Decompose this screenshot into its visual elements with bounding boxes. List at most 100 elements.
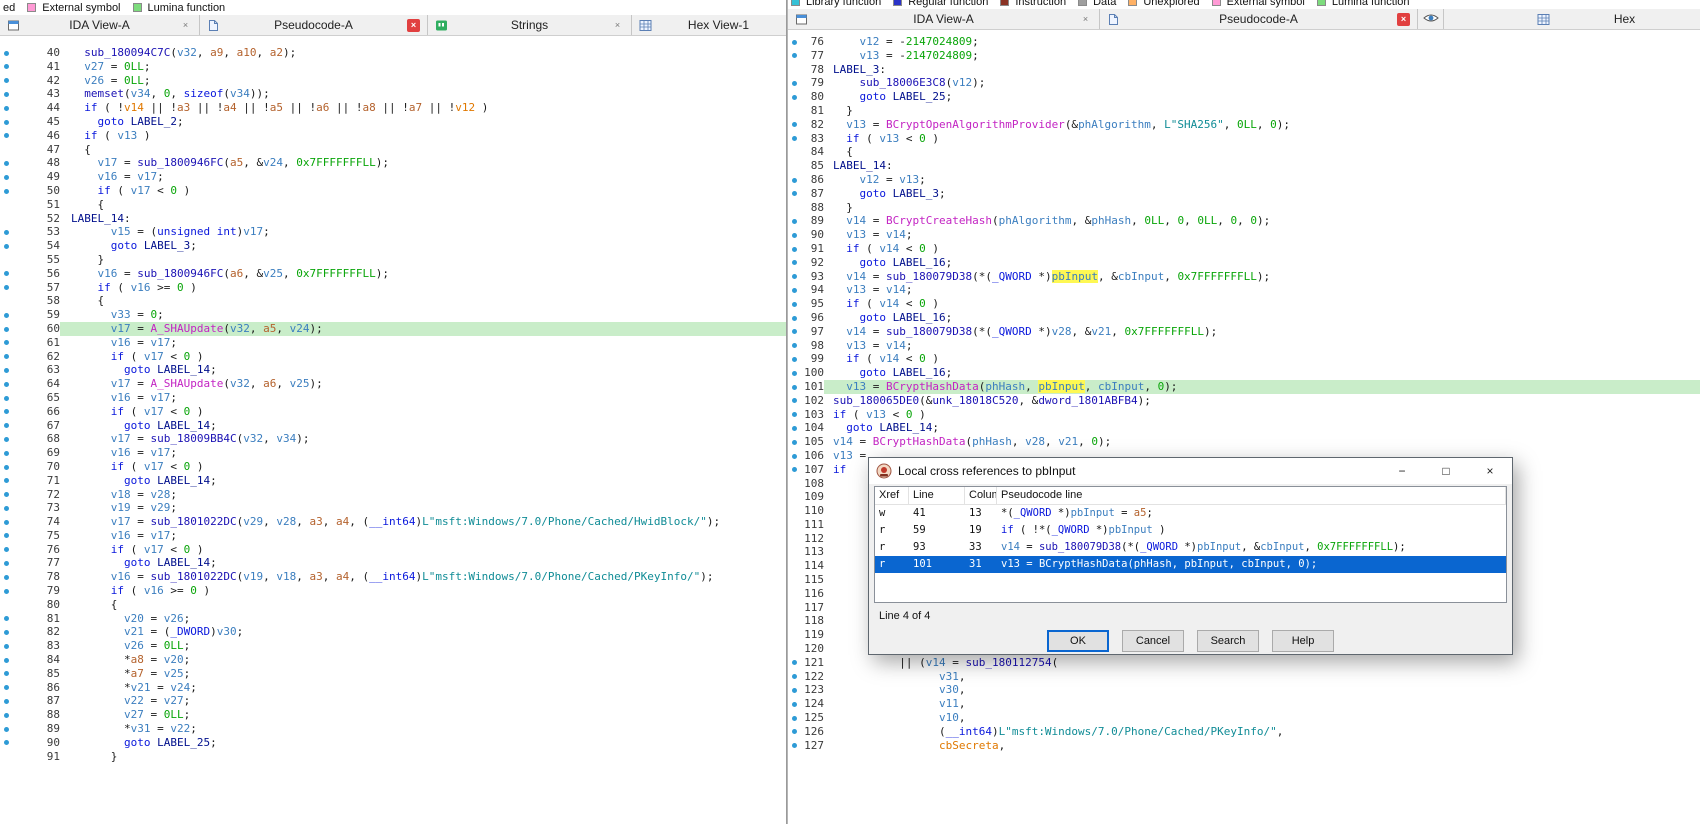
code-line[interactable]: 55 } [0, 253, 786, 267]
minimize-button[interactable]: − [1380, 458, 1424, 484]
code-line[interactable]: 82 v13 = BCryptOpenAlgorithmProvider(&ph… [788, 118, 1700, 132]
close-tab-icon[interactable]: × [611, 19, 624, 32]
code-line[interactable]: 124 v11, [788, 697, 1700, 711]
sync-view-button[interactable] [1418, 9, 1444, 29]
code-line[interactable]: 42 v26 = 0LL; [0, 74, 786, 88]
search-button[interactable]: Search [1197, 630, 1259, 652]
code-line[interactable]: 86 *v21 = v24; [0, 681, 786, 695]
code-line[interactable]: 63 goto LABEL_14; [0, 363, 786, 377]
code-line[interactable]: 84 *a8 = v20; [0, 653, 786, 667]
code-line[interactable]: 101 v13 = BCryptHashData(phHash, pbInput… [788, 380, 1700, 394]
code-line[interactable]: 78 v16 = sub_1801022DC(v19, v18, a3, a4,… [0, 570, 786, 584]
code-line[interactable]: 77 goto LABEL_14; [0, 556, 786, 570]
code-line[interactable]: 88 v27 = 0LL; [0, 708, 786, 722]
column-header-pseudocode-line[interactable]: Pseudocode line [997, 487, 1506, 504]
code-line[interactable]: 90 goto LABEL_25; [0, 736, 786, 750]
tab-ida-view-a[interactable]: IDA View-A × [788, 9, 1100, 29]
code-line[interactable]: 97 v14 = sub_180079D38(*(_QWORD *)v28, &… [788, 325, 1700, 339]
code-line[interactable]: 80 { [0, 598, 786, 612]
code-line[interactable]: 78LABEL_3: [788, 63, 1700, 77]
code-line[interactable]: 40 sub_180094C7C(v32, a9, a10, a2); [0, 46, 786, 60]
help-button[interactable]: Help [1272, 630, 1334, 652]
code-line[interactable]: 85 *a7 = v25; [0, 667, 786, 681]
code-line[interactable]: 73 v19 = v29; [0, 501, 786, 515]
code-line[interactable]: 126 (__int64)L"msft:Windows/7.0/Phone/Ca… [788, 725, 1700, 739]
code-line[interactable]: 83 v26 = 0LL; [0, 639, 786, 653]
code-line[interactable]: 88 } [788, 201, 1700, 215]
pseudocode-pane[interactable]: 40 sub_180094C7C(v32, a9, a10, a2);41 v2… [0, 36, 786, 824]
code-line[interactable]: 72 v18 = v28; [0, 488, 786, 502]
code-line[interactable]: 98 v13 = v14; [788, 339, 1700, 353]
code-line[interactable]: 71 goto LABEL_14; [0, 474, 786, 488]
code-line[interactable]: 125 v10, [788, 711, 1700, 725]
code-line[interactable]: 59 v33 = 0; [0, 308, 786, 322]
tab-strings[interactable]: Strings × [428, 15, 632, 35]
code-line[interactable]: 92 goto LABEL_16; [788, 256, 1700, 270]
code-line[interactable]: 66 if ( v17 < 0 ) [0, 405, 786, 419]
code-line[interactable]: 70 if ( v17 < 0 ) [0, 460, 786, 474]
close-button[interactable]: × [1468, 458, 1512, 484]
code-line[interactable]: 65 v16 = v17; [0, 391, 786, 405]
code-line[interactable]: 95 if ( v14 < 0 ) [788, 297, 1700, 311]
code-line[interactable]: 104 goto LABEL_14; [788, 421, 1700, 435]
tab-ida-view-a[interactable]: IDA View-A × [0, 15, 200, 35]
code-line[interactable]: 76 v12 = -2147024809; [788, 35, 1700, 49]
code-line[interactable]: 89 *v31 = v22; [0, 722, 786, 736]
tab-hex-view[interactable]: Hex [1530, 9, 1700, 29]
code-line[interactable]: 56 v16 = sub_1800946FC(a6, &v25, 0x7FFFF… [0, 267, 786, 281]
dialog-titlebar[interactable]: Local cross references to pbInput − □ × [869, 458, 1512, 484]
xref-row[interactable]: r9333v14 = sub_180079D38(*(_QWORD *)pbIn… [875, 539, 1506, 556]
code-line[interactable]: 43 memset(v34, 0, sizeof(v34)); [0, 87, 786, 101]
code-line[interactable]: 89 v14 = BCryptCreateHash(phAlgorithm, &… [788, 214, 1700, 228]
xref-row[interactable]: r5919if ( !*(_QWORD *)pbInput ) [875, 522, 1506, 539]
pseudocode-pane[interactable]: 76 v12 = -2147024809;77 v13 = -214702480… [788, 30, 1700, 824]
close-tab-icon[interactable]: × [1397, 13, 1410, 26]
code-line[interactable]: 91 } [0, 750, 786, 764]
code-line[interactable]: 127 cbSecreta, [788, 739, 1700, 753]
cancel-button[interactable]: Cancel [1122, 630, 1184, 652]
code-line[interactable]: 50 if ( v17 < 0 ) [0, 184, 786, 198]
code-line[interactable]: 75 v16 = v17; [0, 529, 786, 543]
code-line[interactable]: 81 v20 = v26; [0, 612, 786, 626]
maximize-button[interactable]: □ [1424, 458, 1468, 484]
code-line[interactable]: 45 goto LABEL_2; [0, 115, 786, 129]
code-line[interactable]: 64 v17 = A_SHAUpdate(v32, a6, v25); [0, 377, 786, 391]
code-line[interactable]: 79 if ( v16 >= 0 ) [0, 584, 786, 598]
code-line[interactable]: 94 v13 = v14; [788, 283, 1700, 297]
ok-button[interactable]: OK [1047, 630, 1109, 652]
code-line[interactable]: 91 if ( v14 < 0 ) [788, 242, 1700, 256]
code-line[interactable]: 87 v22 = v27; [0, 694, 786, 708]
code-line[interactable]: 47 { [0, 143, 786, 157]
code-line[interactable]: 121 || (v14 = sub_180112754( [788, 656, 1700, 670]
code-line[interactable]: 122 v31, [788, 670, 1700, 684]
code-line[interactable]: 53 v15 = (unsigned int)v17; [0, 225, 786, 239]
code-line[interactable]: 105v14 = BCryptHashData(phHash, v28, v21… [788, 435, 1700, 449]
code-line[interactable]: 61 v16 = v17; [0, 336, 786, 350]
code-line[interactable]: 102sub_180065DE0(&unk_18018C520, &dword_… [788, 394, 1700, 408]
code-line[interactable]: 90 v13 = v14; [788, 228, 1700, 242]
tab-pseudocode-a[interactable]: Pseudocode-A × [1100, 9, 1418, 29]
code-line[interactable]: 80 goto LABEL_25; [788, 90, 1700, 104]
code-line[interactable]: 49 v16 = v17; [0, 170, 786, 184]
code-line[interactable]: 87 goto LABEL_3; [788, 187, 1700, 201]
column-header-xref[interactable]: Xref [875, 487, 909, 504]
code-line[interactable]: 54 goto LABEL_3; [0, 239, 786, 253]
tab-pseudocode-a[interactable]: Pseudocode-A × [200, 15, 428, 35]
code-line[interactable]: 41 v27 = 0LL; [0, 60, 786, 74]
code-line[interactable]: 77 v13 = -2147024809; [788, 49, 1700, 63]
code-line[interactable]: 123 v30, [788, 683, 1700, 697]
code-line[interactable]: 67 goto LABEL_14; [0, 419, 786, 433]
code-line[interactable]: 79 sub_18006E3C8(v12); [788, 76, 1700, 90]
xref-row[interactable]: w4113*(_QWORD *)pbInput = a5; [875, 505, 1506, 522]
code-line[interactable]: 60 v17 = A_SHAUpdate(v32, a5, v24); [0, 322, 786, 336]
code-line[interactable]: 83 if ( v13 < 0 ) [788, 132, 1700, 146]
close-tab-icon[interactable]: × [179, 19, 192, 32]
code-line[interactable]: 46 if ( v13 ) [0, 129, 786, 143]
code-line[interactable]: 52LABEL_14: [0, 212, 786, 226]
code-line[interactable]: 93 v14 = sub_180079D38(*(_QWORD *)pbInpu… [788, 270, 1700, 284]
code-line[interactable]: 86 v12 = v13; [788, 173, 1700, 187]
code-line[interactable]: 57 if ( v16 >= 0 ) [0, 281, 786, 295]
code-line[interactable]: 81 } [788, 104, 1700, 118]
code-line[interactable]: 76 if ( v17 < 0 ) [0, 543, 786, 557]
code-line[interactable]: 69 v16 = v17; [0, 446, 786, 460]
